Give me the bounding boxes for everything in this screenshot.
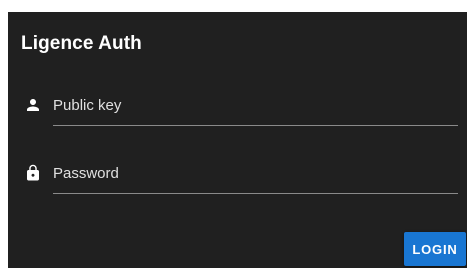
auth-dialog: Ligence Auth LOGIN	[8, 12, 467, 268]
person-icon	[27, 99, 39, 111]
password-field-row	[20, 160, 458, 194]
login-button[interactable]: LOGIN	[404, 232, 466, 266]
lock-icon	[27, 164, 39, 181]
public-key-field-row	[20, 92, 458, 126]
public-key-input[interactable]	[53, 92, 458, 126]
password-input[interactable]	[53, 160, 458, 194]
dialog-title: Ligence Auth	[21, 33, 142, 54]
